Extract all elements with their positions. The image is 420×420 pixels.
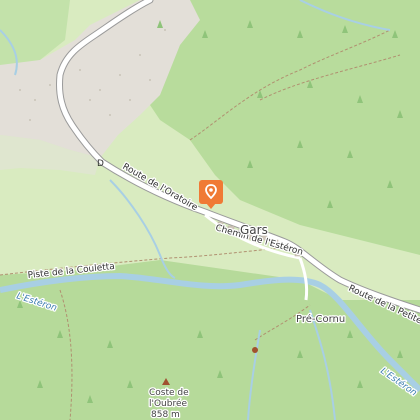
map-canvas[interactable]: Route de l'Oratoire Chemin de l'Estéron … <box>0 0 420 420</box>
pin-glyph-icon <box>205 184 217 200</box>
peak-elevation: 858 m <box>151 410 180 420</box>
peak-label: l'Oubrée <box>149 398 188 409</box>
map-view[interactable]: Route de l'Oratoire Chemin de l'Estéron … <box>0 0 420 420</box>
road-ref: D <box>97 159 104 169</box>
hamlet-label: Pré-Cornu <box>296 313 345 325</box>
poi-icon[interactable] <box>252 347 258 353</box>
map-pin-icon[interactable] <box>199 180 223 209</box>
village-label: Gars <box>240 223 268 237</box>
peak-label: Coste de <box>149 388 189 398</box>
